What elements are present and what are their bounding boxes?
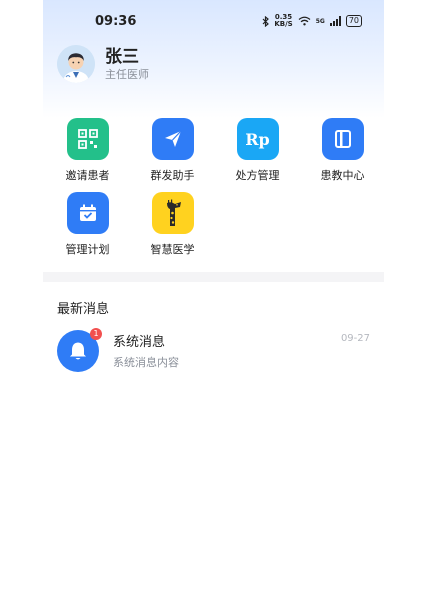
profile-info: 张三 主任医师: [105, 46, 149, 82]
shortcut-label: 群发助手: [150, 169, 195, 182]
wifi-icon: [298, 16, 311, 26]
qrcode-icon: [66, 118, 109, 160]
section-divider: [43, 272, 384, 282]
shortcut-label: 管理计划: [65, 243, 110, 256]
shortcut-smart-medicine[interactable]: 智慧医学: [130, 192, 215, 257]
signal-icon: [329, 16, 341, 26]
message-subtitle: 系统消息内容: [113, 356, 179, 369]
latest-messages-title: 最新消息: [57, 302, 110, 317]
unread-badge: 1: [90, 328, 102, 340]
signal-label: 5G: [315, 17, 325, 25]
send-icon: [151, 118, 194, 160]
shortcut-management-plan[interactable]: 管理计划: [45, 192, 130, 257]
shortcut-label: 患教中心: [320, 169, 365, 182]
bluetooth-icon: [262, 15, 270, 27]
net-speed: 0.35 KB/S: [274, 13, 293, 28]
message-title: 系统消息: [113, 335, 166, 350]
doctor-name: 张三: [105, 47, 139, 67]
shortcut-invite-patient[interactable]: 邀请患者: [45, 118, 130, 183]
shortcut-prescription[interactable]: Rp 处方管理: [215, 118, 300, 183]
status-bar: 09:36 0.35 KB/S 5G 70: [43, 0, 384, 40]
profile-header[interactable]: 张三 主任医师: [57, 45, 149, 83]
shortcut-label: 智慧医学: [150, 243, 195, 256]
book-icon: [321, 118, 364, 160]
status-time: 09:36: [95, 14, 137, 29]
status-icons: 0.35 KB/S 5G 70: [262, 14, 362, 28]
avatar[interactable]: [57, 45, 95, 83]
doctor-title: 主任医师: [105, 68, 149, 81]
giraffe-icon: [151, 192, 194, 234]
phone-screen: 09:36 0.35 KB/S 5G 70 张三 主任医师 邀请患者 群发助手 …: [43, 0, 384, 607]
shortcut-bulk-message[interactable]: 群发助手: [130, 118, 215, 183]
doctor-avatar-icon: [57, 45, 95, 83]
calendar-check-icon: [66, 192, 109, 234]
shortcut-label: 处方管理: [235, 169, 280, 182]
rp-icon: Rp: [236, 118, 279, 160]
shortcut-education-center[interactable]: 患教中心: [300, 118, 384, 183]
shortcut-label: 邀请患者: [65, 169, 110, 182]
message-date: 09-27: [340, 333, 370, 344]
message-item-system[interactable]: 1 系统消息 系统消息内容 09-27: [57, 328, 370, 376]
battery-indicator: 70: [345, 15, 362, 27]
